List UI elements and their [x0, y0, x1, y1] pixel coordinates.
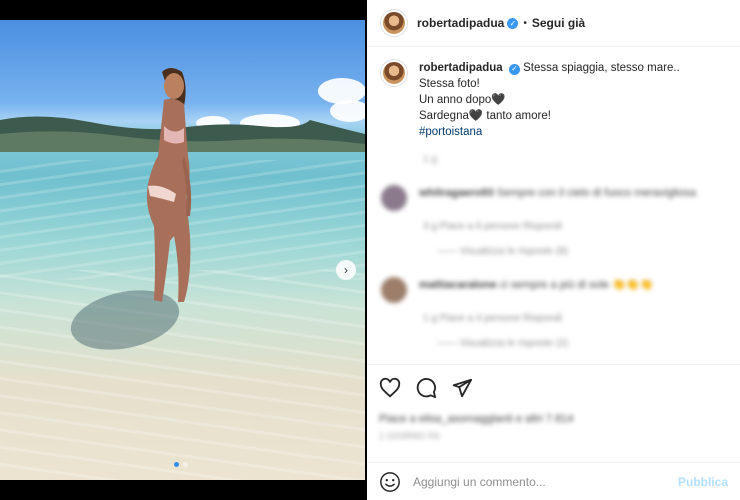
- verified-badge-icon: ✓: [508, 63, 520, 75]
- commenter-username[interactable]: mattiacaralone: [419, 279, 497, 291]
- instagram-post-viewer: › robertadipadua ✓ • Segui già robertadi…: [0, 0, 740, 500]
- commenter-avatar[interactable]: [381, 277, 407, 303]
- caption-line-3: Un anno dopo🖤: [419, 94, 506, 106]
- caption-username[interactable]: robertadipadua: [419, 62, 503, 74]
- comment-body: ci sempre a più di sole 👏👏👏: [499, 279, 654, 291]
- follow-button[interactable]: Segui già: [532, 16, 585, 30]
- commenter-username[interactable]: whitragaero93: [419, 187, 494, 199]
- post-actions: Piace a elisa_asomagglanti e altri 7.814…: [367, 364, 740, 441]
- comment-item: whitragaero93 Sempre con il cielo di fuo…: [381, 185, 726, 211]
- next-slide-button[interactable]: ›: [336, 260, 356, 280]
- comment-input[interactable]: [413, 474, 678, 489]
- comment-item: mattiacaralone ci sempre a più di sole 👏…: [381, 277, 726, 303]
- comment-icon[interactable]: [415, 377, 437, 399]
- caption-line-2: Stessa foto!: [419, 78, 480, 90]
- action-icons: [379, 377, 728, 399]
- caption-line-4: Sardegna🖤 tanto amore!: [419, 110, 551, 122]
- post-date: 1 GIORNO FA: [379, 431, 440, 441]
- view-replies-link[interactable]: —— Visualizza le risposte (2): [437, 338, 726, 349]
- post-side-panel: robertadipadua ✓ • Segui già robertadipa…: [367, 0, 740, 500]
- verified-badge-icon: ✓: [507, 17, 519, 29]
- person-figure: [146, 68, 192, 302]
- comment-text: whitragaero93 Sempre con il cielo di fuo…: [419, 185, 696, 201]
- caption-timestamp: 1 g: [423, 154, 437, 165]
- comment-meta[interactable]: 1 g Piace a 4 persone Rispondi: [423, 313, 726, 324]
- heart-icon[interactable]: [379, 377, 401, 399]
- comment-body: Sempre con il cielo di fuoco meraviglios…: [496, 187, 696, 199]
- caption-line-1: Stessa spiaggia, stesso mare..: [523, 62, 680, 74]
- author-username[interactable]: robertadipadua: [417, 16, 504, 30]
- commenter-avatar[interactable]: [381, 185, 407, 211]
- comment-meta[interactable]: 3 g Piace a 6 persone Rispondi: [423, 221, 726, 232]
- carousel-dot: [183, 462, 188, 467]
- comment-composer: Pubblica: [367, 462, 740, 500]
- caption: robertadipadua ✓ Stessa spiaggia, stesso…: [381, 60, 726, 140]
- comment-text: mattiacaralone ci sempre a più di sole 👏…: [419, 277, 653, 293]
- likes-count[interactable]: Piace a elisa_asomagglanti e altri 7.814: [379, 413, 728, 425]
- carousel-indicator: [174, 462, 188, 467]
- caption-text: robertadipadua ✓ Stessa spiaggia, stesso…: [419, 60, 680, 140]
- emoji-icon[interactable]: [379, 471, 401, 493]
- publish-button[interactable]: Pubblica: [678, 475, 728, 489]
- post-photo[interactable]: ›: [0, 20, 365, 480]
- chevron-right-icon: ›: [344, 263, 348, 277]
- header-separator: •: [523, 17, 527, 29]
- author-avatar[interactable]: [381, 60, 407, 86]
- author-avatar[interactable]: [381, 10, 407, 36]
- send-icon[interactable]: [451, 377, 473, 399]
- post-header: robertadipadua ✓ • Segui già: [367, 0, 740, 47]
- comments-list[interactable]: robertadipadua ✓ Stessa spiaggia, stesso…: [367, 48, 740, 364]
- hashtag-link[interactable]: #portoistana: [419, 126, 482, 138]
- view-replies-link[interactable]: —— Visualizza le risposte (8): [437, 246, 726, 257]
- carousel-dot-active: [174, 462, 179, 467]
